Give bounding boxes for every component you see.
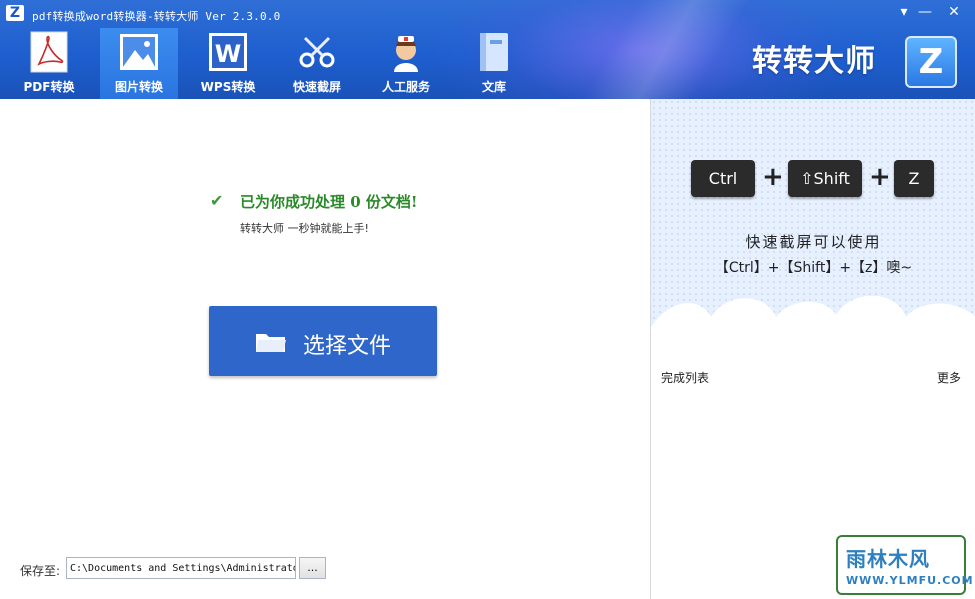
tagline: 转转大师 一秒钟就能上手! xyxy=(240,222,369,235)
select-file-button[interactable]: 选择文件 xyxy=(209,306,437,376)
browse-button[interactable]: ... xyxy=(299,557,326,579)
wps-icon: W xyxy=(209,33,247,71)
clouds-decoration xyxy=(651,295,975,354)
dropdown-menu-button[interactable]: ▾ xyxy=(894,3,914,21)
tab-label: 快速截屏 xyxy=(292,80,341,94)
tab-wps-convert[interactable]: W WPS转换 xyxy=(189,28,267,99)
tab-human-service[interactable]: 人工服务 xyxy=(367,28,445,99)
shift-key: ⇧Shift xyxy=(788,160,862,197)
sidebar: Ctrl + ⇧Shift + Z 快速截屏可以使用 【Ctrl】+【Shift… xyxy=(650,99,975,599)
select-file-label: 选择文件 xyxy=(303,334,392,359)
tab-label: 文库 xyxy=(481,80,506,94)
tab-image-convert[interactable]: 图片转换 xyxy=(100,28,178,99)
tab-quick-screenshot[interactable]: 快速截屏 xyxy=(278,28,356,99)
tab-label: 图片转换 xyxy=(114,80,163,94)
minimize-button[interactable]: — xyxy=(915,3,935,21)
done-list-title: 完成列表 xyxy=(661,371,710,385)
save-path-input[interactable]: C:\Documents and Settings\Administrato xyxy=(66,557,296,579)
brand-logo-icon: Z xyxy=(905,36,957,88)
tab-label: WPS转换 xyxy=(200,80,256,94)
main-panel: ✔ 已为你成功处理 0 份文档! 转转大师 一秒钟就能上手! 选择文件 保存至:… xyxy=(0,99,650,599)
plus-sign: + xyxy=(762,162,784,192)
tab-label: 人工服务 xyxy=(381,80,430,94)
more-link[interactable]: 更多 xyxy=(937,369,961,386)
tab-pdf-convert[interactable]: PDF转换 xyxy=(10,28,88,99)
check-icon: ✔ xyxy=(210,191,224,210)
watermark-url: WWW.YLMFU.COM xyxy=(846,574,974,587)
window-title: pdf转换成word转换器-转转大师 Ver 2.3.0.0 xyxy=(32,10,281,23)
close-button[interactable]: ✕ xyxy=(944,3,964,21)
shortcut-banner: Ctrl + ⇧Shift + Z 快速截屏可以使用 【Ctrl】+【Shift… xyxy=(651,99,975,354)
ctrl-key: Ctrl xyxy=(691,160,755,197)
folder-icon xyxy=(256,334,286,352)
watermark-logo: 雨林木风 WWW.YLMFU.COM xyxy=(836,535,973,595)
success-message: 已为你成功处理 0 份文档! xyxy=(240,193,418,211)
watermark-title: 雨林木风 xyxy=(846,547,930,571)
tab-label: PDF转换 xyxy=(23,80,75,94)
scissors-icon xyxy=(299,36,335,68)
save-to-label: 保存至: xyxy=(20,564,61,578)
nurse-icon xyxy=(394,36,418,72)
z-key: Z xyxy=(894,160,934,197)
svg-text:W: W xyxy=(215,40,241,68)
image-icon xyxy=(120,34,158,70)
book-icon xyxy=(480,33,508,71)
app-logo-icon: Z xyxy=(6,5,24,21)
app-header: Z pdf转换成word转换器-转转大师 Ver 2.3.0.0 ▾ — ✕ P… xyxy=(0,0,975,99)
plus-sign: + xyxy=(869,162,891,192)
pdf-icon xyxy=(30,31,68,73)
tab-library[interactable]: 文库 xyxy=(455,28,533,99)
banner-shortcut-text: 【Ctrl】+【Shift】+【z】噢~ xyxy=(714,260,913,276)
brand-name: 转转大师 xyxy=(752,44,876,79)
banner-text: 快速截屏可以使用 xyxy=(745,233,882,251)
